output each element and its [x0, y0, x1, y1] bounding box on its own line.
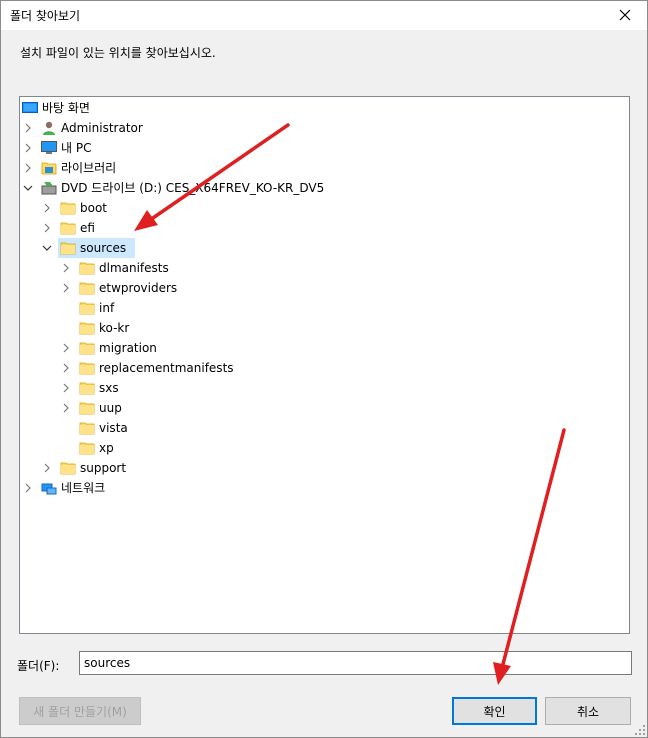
tree-item[interactable]: boot: [20, 198, 629, 218]
tree-item[interactable]: 라이브러리: [20, 158, 629, 178]
chevron-right-icon[interactable]: [60, 262, 72, 274]
library-icon: [41, 160, 57, 176]
tree-item[interactable]: xp: [20, 438, 629, 458]
tree-item[interactable]: replacementmanifests: [20, 358, 629, 378]
tree-item[interactable]: Administrator: [20, 118, 629, 138]
chevron-right-icon[interactable]: [60, 362, 72, 374]
new-folder-button[interactable]: 새 폴더 만들기(M): [19, 697, 141, 725]
tree-item-label: xp: [99, 441, 114, 455]
chevron-right-icon[interactable]: [60, 342, 72, 354]
folder-icon: [79, 320, 95, 336]
folder-field-label: 폴더(F):: [17, 659, 60, 673]
folder-input[interactable]: sources: [79, 651, 632, 675]
tree-item[interactable]: 네트워크: [20, 478, 629, 498]
folder-tree[interactable]: 바탕 화면 Administrator 내 PC 라이브러리 DVD 드라이브 (D:)…: [19, 96, 630, 634]
chevron-down-icon[interactable]: [22, 182, 34, 194]
computer-icon: [41, 140, 57, 156]
chevron-right-icon[interactable]: [22, 162, 34, 174]
chevron-right-icon[interactable]: [60, 282, 72, 294]
tree-item[interactable]: 바탕 화면: [20, 98, 629, 118]
chevron-right-icon[interactable]: [41, 462, 53, 474]
tree-item-label: migration: [99, 341, 157, 355]
chevron-right-icon[interactable]: [60, 402, 72, 414]
tree-item-label: uup: [99, 401, 122, 415]
tree-item-label: vista: [99, 421, 128, 435]
tree-item-label: dlmanifests: [99, 261, 169, 275]
folder-icon: [60, 220, 76, 236]
tree-item[interactable]: support: [20, 458, 629, 478]
chevron-right-icon[interactable]: [22, 122, 34, 134]
chevron-right-icon[interactable]: [41, 202, 53, 214]
folder-icon: [60, 240, 76, 256]
chevron-right-icon[interactable]: [22, 142, 34, 154]
tree-item[interactable]: migration: [20, 338, 629, 358]
tree-item-label: sxs: [99, 381, 119, 395]
network-icon: [41, 480, 57, 496]
chevron-right-icon[interactable]: [41, 222, 53, 234]
chevron-down-icon[interactable]: [41, 242, 53, 254]
folder-icon: [79, 440, 95, 456]
tree-item-label: support: [80, 461, 127, 475]
tree-item[interactable]: sources: [20, 238, 629, 258]
tree-item-label: 네트워크: [61, 481, 106, 495]
folder-icon: [79, 340, 95, 356]
tree-item-label: etwproviders: [99, 281, 178, 295]
folder-icon: [79, 300, 95, 316]
chevron-right-icon[interactable]: [22, 482, 34, 494]
folder-icon: [79, 380, 95, 396]
desktop-icon: [22, 100, 38, 116]
folder-icon: [60, 200, 76, 216]
user-icon: [41, 120, 57, 136]
cancel-button[interactable]: 취소: [545, 697, 631, 725]
tree-item[interactable]: 내 PC: [20, 138, 629, 158]
tree-item[interactable]: etwproviders: [20, 278, 629, 298]
tree-item[interactable]: DVD 드라이브 (D:) CES_X64FREV_KO-KR_DV5: [20, 178, 629, 198]
tree-item-label: replacementmanifests: [99, 361, 234, 375]
tree-item-label: 내 PC: [61, 141, 92, 155]
folder-icon: [60, 460, 76, 476]
chevron-right-icon[interactable]: [60, 382, 72, 394]
tree-item-label: ko-kr: [99, 321, 130, 335]
instruction-text: 설치 파일이 있는 위치를 찾아보십시오.: [20, 46, 216, 60]
tree-item[interactable]: sxs: [20, 378, 629, 398]
tree-item[interactable]: ko-kr: [20, 318, 629, 338]
tree-item[interactable]: efi: [20, 218, 629, 238]
close-button[interactable]: [602, 0, 648, 30]
ok-button[interactable]: 확인: [452, 697, 537, 725]
close-icon: [619, 9, 631, 21]
folder-icon: [79, 280, 95, 296]
tree-item-label: sources: [80, 241, 127, 255]
folder-icon: [79, 420, 95, 436]
resize-grip-icon[interactable]: [634, 724, 646, 736]
tree-item-label: 라이브러리: [61, 161, 117, 175]
folder-icon: [79, 400, 95, 416]
tree-item-label: boot: [80, 201, 108, 215]
folder-icon: [79, 360, 95, 376]
tree-item-label: 바탕 화면: [42, 101, 90, 115]
window-title: 폴더 찾아보기: [10, 9, 81, 23]
tree-item[interactable]: uup: [20, 398, 629, 418]
tree-item[interactable]: dlmanifests: [20, 258, 629, 278]
dvd-drive-icon: [41, 180, 57, 196]
tree-item[interactable]: inf: [20, 298, 629, 318]
tree-item-label: inf: [99, 301, 115, 315]
tree-item-label: Administrator: [61, 121, 143, 135]
tree-item-label: DVD 드라이브 (D:) CES_X64FREV_KO-KR_DV5: [61, 181, 325, 195]
tree-item-label: efi: [80, 221, 95, 235]
folder-icon: [79, 260, 95, 276]
tree-item[interactable]: vista: [20, 418, 629, 438]
title-bar: 폴더 찾아보기: [0, 0, 648, 30]
